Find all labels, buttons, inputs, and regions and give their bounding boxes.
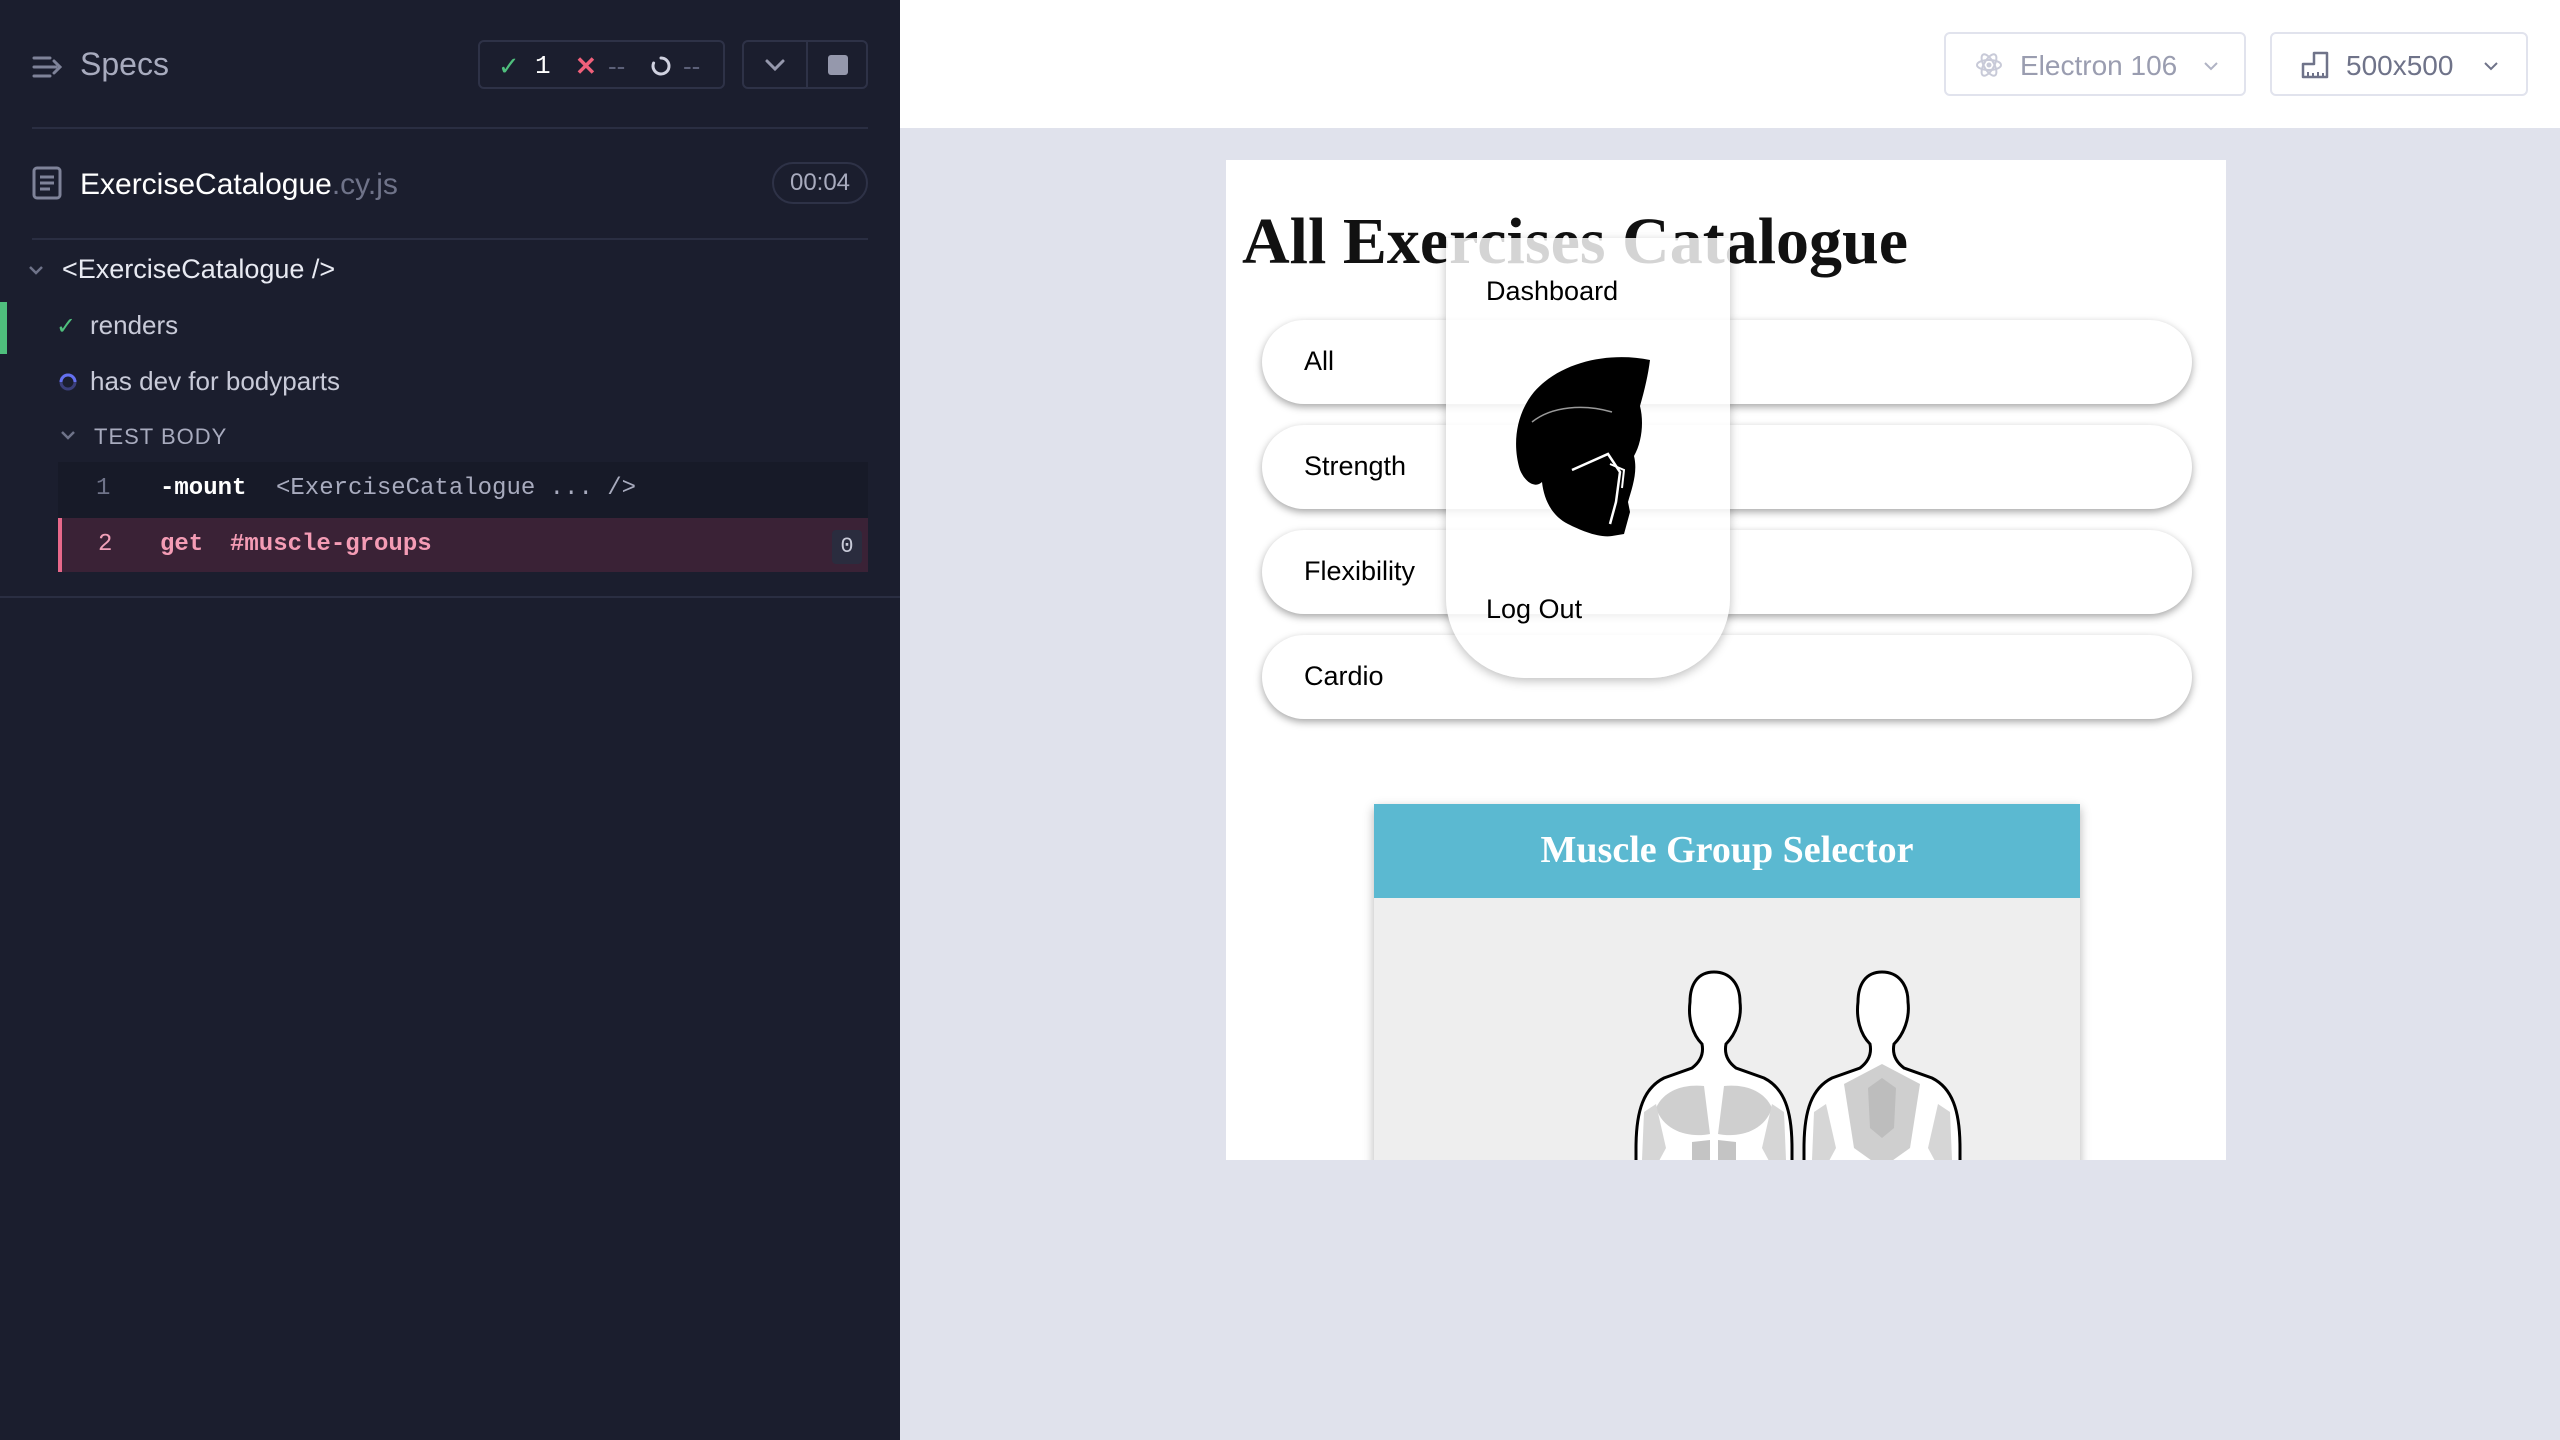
command-row[interactable]: 1 -mount <ExerciseCatalogue ... /> bbox=[58, 462, 868, 516]
test-body-label: TEST BODY bbox=[94, 424, 228, 449]
test-stats: ✓ 1 ✕ -- -- bbox=[478, 40, 725, 89]
passed-check-icon: ✓ bbox=[498, 51, 520, 81]
divider bbox=[0, 596, 900, 598]
passed-indicator-bar bbox=[0, 302, 7, 354]
chevron-down-icon bbox=[61, 431, 75, 440]
document-icon bbox=[32, 166, 62, 200]
command-log: 1 -mount <ExerciseCatalogue ... /> 2 get… bbox=[58, 462, 868, 572]
category-label: Cardio bbox=[1304, 661, 1384, 691]
pending-count: -- bbox=[683, 51, 701, 81]
app-viewport: All Exercises Catalogue All Strength Fle… bbox=[1226, 160, 2226, 1160]
test-title: renders bbox=[90, 310, 179, 340]
chevron-down-icon bbox=[2204, 62, 2218, 71]
command-number: 1 bbox=[96, 475, 111, 502]
stop-icon[interactable] bbox=[828, 55, 848, 75]
element-count-badge: 0 bbox=[832, 530, 862, 564]
front-body-figure[interactable] bbox=[1634, 970, 1794, 1160]
browser-label: Electron 106 bbox=[2020, 50, 2178, 81]
browser-selector[interactable]: Electron 106 bbox=[1944, 32, 2246, 96]
divider bbox=[32, 127, 868, 129]
muscle-selector-header: Muscle Group Selector bbox=[1374, 804, 2080, 898]
nav-dashboard-link[interactable]: Dashboard bbox=[1486, 276, 1618, 307]
muscle-selector-title: Muscle Group Selector bbox=[1540, 829, 1914, 871]
electron-icon bbox=[1976, 53, 2002, 77]
test-body-header[interactable]: TEST BODY bbox=[0, 418, 900, 452]
chevron-down-icon bbox=[2484, 62, 2498, 71]
divider bbox=[806, 42, 808, 87]
chevron-down-icon[interactable] bbox=[762, 53, 788, 77]
chevron-down-icon bbox=[29, 266, 43, 275]
back-body-figure[interactable] bbox=[1802, 970, 1962, 1160]
suite-header[interactable]: <ExerciseCatalogue /> bbox=[0, 250, 900, 290]
running-spinner-icon bbox=[59, 373, 77, 391]
pending-circle-icon bbox=[651, 56, 671, 76]
run-controls bbox=[742, 40, 868, 89]
failed-x-icon: ✕ bbox=[575, 51, 597, 81]
category-label: Flexibility bbox=[1304, 556, 1416, 586]
muscle-group-selector: Muscle Group Selector bbox=[1374, 804, 2080, 1160]
command-number: 2 bbox=[98, 531, 113, 558]
reporter-panel: Specs ✓ 1 ✕ -- -- ExerciseCatalogue.cy.j… bbox=[0, 0, 900, 1440]
viewport-label: 500x500 bbox=[2346, 50, 2454, 81]
command-message: #muscle-groups bbox=[230, 531, 432, 558]
spec-duration: 00:04 bbox=[772, 162, 868, 204]
command-row-active[interactable]: 2 get #muscle-groups 0 bbox=[58, 518, 868, 572]
test-row-renders[interactable]: ✓ renders bbox=[0, 302, 900, 354]
reporter-header: Specs ✓ 1 ✕ -- -- bbox=[0, 0, 900, 130]
suite-title: <ExerciseCatalogue /> bbox=[62, 254, 336, 284]
test-title: has dev for bodyparts bbox=[90, 366, 341, 396]
category-button-cardio[interactable]: Cardio bbox=[1262, 635, 2192, 719]
specs-title[interactable]: Specs bbox=[80, 46, 169, 83]
divider bbox=[32, 238, 868, 240]
body-diagram[interactable] bbox=[1374, 898, 2080, 1160]
test-row-bodyparts[interactable]: has dev for bodyparts bbox=[0, 358, 900, 406]
passed-count: 1 bbox=[535, 51, 551, 81]
spartan-helmet-logo-icon[interactable] bbox=[1512, 352, 1662, 538]
command-name: -mount bbox=[160, 475, 247, 502]
command-name: get bbox=[160, 531, 204, 558]
category-label: All bbox=[1304, 346, 1335, 376]
category-label: Strength bbox=[1304, 451, 1407, 481]
nav-logout-link[interactable]: Log Out bbox=[1486, 594, 1582, 625]
ruler-icon bbox=[2301, 51, 2329, 79]
specs-list-icon[interactable] bbox=[32, 52, 62, 82]
aut-toolbar: Electron 106 500x500 bbox=[900, 0, 2560, 128]
check-icon: ✓ bbox=[56, 313, 77, 340]
viewport-selector[interactable]: 500x500 bbox=[2270, 32, 2528, 96]
spec-file-extension: .cy.js bbox=[331, 168, 398, 201]
failed-count: -- bbox=[608, 51, 626, 81]
spec-file-name[interactable]: ExerciseCatalogue.cy.js bbox=[80, 168, 398, 202]
command-message: <ExerciseCatalogue ... /> bbox=[276, 475, 637, 502]
spec-file-basename: ExerciseCatalogue bbox=[80, 168, 332, 201]
